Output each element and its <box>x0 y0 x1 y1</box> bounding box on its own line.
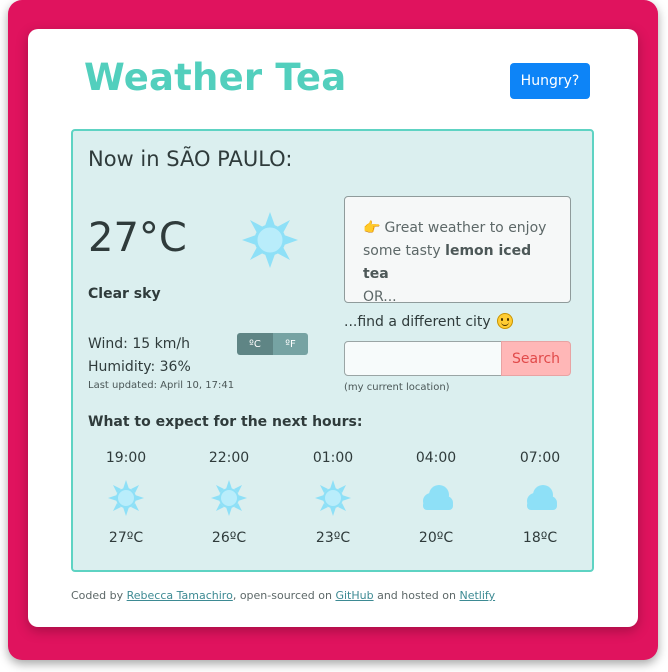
forecast-item: 22:00 26ºC <box>189 450 269 546</box>
app-title: Weather Tea <box>84 56 347 99</box>
weather-description: Clear sky <box>88 286 161 302</box>
tea-suggestion-box: 👉 Great weather to enjoy some tasty lemon… <box>344 196 571 305</box>
footer-middle2: and hosted on <box>373 589 460 602</box>
pointing-hand-icon: 👉 <box>363 220 381 236</box>
forecast-item: 07:00 18ºC <box>500 450 580 546</box>
humidity: Humidity: 36% <box>88 359 191 375</box>
current-city-heading: Now in SÃO PAULO: <box>88 147 293 171</box>
smiley-icon <box>497 313 514 329</box>
sun-icon <box>242 212 298 268</box>
forecast-time: 04:00 <box>415 450 457 466</box>
forecast-temp: 27ºC <box>108 530 144 546</box>
wind-speed: Wind: 15 km/h <box>88 336 190 352</box>
footer: Coded by Rebecca Tamachiro, open-sourced… <box>71 589 495 602</box>
forecast-time: 01:00 <box>312 450 354 466</box>
forecast-item: 01:00 23ºC <box>293 450 373 546</box>
last-updated: Last updated: April 10, 17:41 <box>88 380 235 391</box>
cloud-icon <box>423 485 453 510</box>
github-link[interactable]: GitHub <box>335 589 373 602</box>
forecast-time: 07:00 <box>519 450 561 466</box>
sun-icon <box>315 480 351 516</box>
forecast-temp: 23ºC <box>315 530 351 546</box>
sun-icon <box>108 480 144 516</box>
forecast-temp: 20ºC <box>418 530 454 546</box>
forecast-temp: 18ºC <box>522 530 558 546</box>
footer-prefix: Coded by <box>71 589 127 602</box>
current-location-link[interactable]: (my current location) <box>344 382 450 393</box>
forecast-time: 19:00 <box>105 450 147 466</box>
forecast-item: 04:00 20ºC <box>396 450 476 546</box>
current-temperature: 27°C <box>88 215 187 261</box>
find-city-text: ...find a different city <box>344 314 491 330</box>
forecast-time: 22:00 <box>208 450 250 466</box>
author-link[interactable]: Rebecca Tamachiro <box>127 589 233 602</box>
forecast-item: 19:00 27ºC <box>86 450 166 546</box>
netlify-link[interactable]: Netlify <box>459 589 495 602</box>
find-city-prompt: ...find a different city <box>344 313 514 330</box>
fahrenheit-button[interactable]: ºF <box>273 333 308 355</box>
forecast-temp: 26ºC <box>211 530 247 546</box>
search-button[interactable]: Search <box>501 341 571 376</box>
footer-middle: , open-sourced on <box>232 589 336 602</box>
hungry-button[interactable]: Hungry? <box>510 63 590 99</box>
suggestion-suffix: OR... <box>363 289 397 305</box>
cloud-icon <box>527 485 557 510</box>
city-search-input[interactable] <box>344 341 502 376</box>
celsius-button[interactable]: ºC <box>237 333 273 355</box>
forecast-title: What to expect for the next hours: <box>88 414 363 430</box>
sun-icon <box>211 480 247 516</box>
